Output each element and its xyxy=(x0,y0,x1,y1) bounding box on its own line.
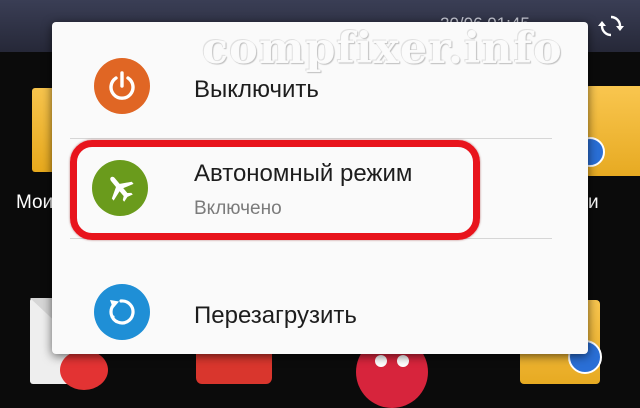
airplane-mode-label: Автономный режим xyxy=(194,160,413,187)
power-off-option[interactable]: Выключить xyxy=(52,22,588,138)
restart-label: Перезагрузить xyxy=(194,302,357,329)
power-icon xyxy=(94,58,150,114)
restart-option[interactable]: Перезагрузить xyxy=(52,238,588,354)
airplane-mode-status: Включено xyxy=(194,198,282,219)
app-icon[interactable] xyxy=(60,350,108,390)
restart-icon xyxy=(94,284,150,340)
airplane-icon xyxy=(92,160,148,216)
airplane-mode-option[interactable]: Автономный режим Включено xyxy=(52,138,588,238)
home-app-label: и xyxy=(588,192,599,213)
power-options-dialog: Выключить Автономный режим Включено Пере… xyxy=(52,22,588,354)
power-off-label: Выключить xyxy=(194,76,319,103)
sync-icon[interactable] xyxy=(598,13,624,39)
home-app-label: Мои xyxy=(16,192,54,213)
app-face-icon xyxy=(375,355,409,367)
